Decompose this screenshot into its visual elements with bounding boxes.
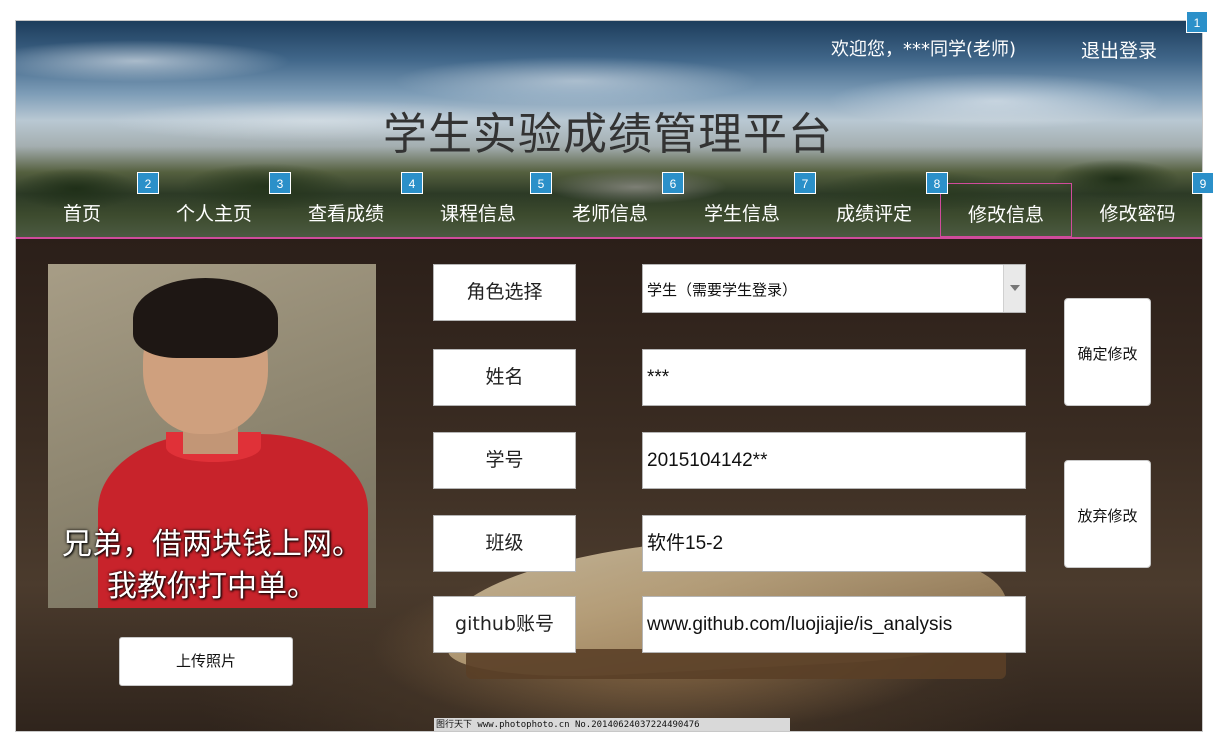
github-label: github账号 xyxy=(433,596,576,653)
nav-item-teachers[interactable]: 老师信息 xyxy=(544,183,676,237)
nav-item-label: 课程信息 xyxy=(439,203,516,225)
welcome-text: 欢迎您，***同学(老师) xyxy=(831,39,1017,60)
class-label: 班级 xyxy=(433,515,576,572)
name-field[interactable]: *** xyxy=(642,349,1026,406)
class-field[interactable]: 软件15-2 xyxy=(642,515,1026,572)
annotation-badge: 5 xyxy=(530,172,552,194)
name-label: 姓名 xyxy=(433,349,576,406)
nav-item-label: 成绩评定 xyxy=(835,203,912,225)
annotation-badge: 3 xyxy=(269,172,291,194)
role-select[interactable]: 学生（需要学生登录） xyxy=(642,264,1026,313)
header-banner: 欢迎您，***同学(老师) 退出登录 学生实验成绩管理平台 首页 个人主页 查看… xyxy=(16,21,1202,237)
annotation-badge: 9 xyxy=(1192,172,1214,194)
nav-item-profile[interactable]: 个人主页 xyxy=(148,183,280,237)
annotation-badge: 8 xyxy=(926,172,948,194)
image-watermark: 图行天下 www.photophoto.cn No.20140624037224… xyxy=(434,718,790,731)
role-label: 角色选择 xyxy=(433,264,576,321)
photo-caption: 兄弟，借两块钱上网。 我教你打中单。 xyxy=(48,524,376,608)
photo-caption-line1: 兄弟，借两块钱上网。 xyxy=(62,527,362,562)
profile-photo: 兄弟，借两块钱上网。 我教你打中单。 xyxy=(48,264,376,608)
app-frame: 欢迎您，***同学(老师) 退出登录 学生实验成绩管理平台 首页 个人主页 查看… xyxy=(15,20,1203,732)
nav-item-edit-info[interactable]: 修改信息 xyxy=(940,183,1072,237)
annotation-badge: 6 xyxy=(662,172,684,194)
student-id-label: 学号 xyxy=(433,432,576,489)
confirm-edit-button[interactable]: 确定修改 xyxy=(1064,298,1151,406)
nav-item-courses[interactable]: 课程信息 xyxy=(412,183,544,237)
student-id-field[interactable]: 2015104142** xyxy=(642,432,1026,489)
photo-hair xyxy=(133,278,278,358)
nav-item-label: 个人主页 xyxy=(175,203,252,225)
nav-item-label: 首页 xyxy=(62,203,101,225)
annotation-badge: 2 xyxy=(137,172,159,194)
upload-photo-button[interactable]: 上传照片 xyxy=(119,637,293,686)
main-nav: 首页 个人主页 查看成绩 课程信息 老师信息 学生信息 成绩评定 修改信息 修改… xyxy=(16,183,1202,237)
nav-item-label: 修改信息 xyxy=(967,204,1044,226)
nav-item-label: 老师信息 xyxy=(571,203,648,225)
photo-caption-line2: 我教你打中单。 xyxy=(107,569,317,604)
nav-item-label: 查看成绩 xyxy=(307,203,384,225)
cancel-edit-button[interactable]: 放弃修改 xyxy=(1064,460,1151,568)
annotation-badge: 7 xyxy=(794,172,816,194)
nav-item-change-password[interactable]: 修改密码 xyxy=(1072,183,1202,237)
confirm-edit-label: 确定修改 xyxy=(1077,345,1138,363)
logout-link[interactable]: 退出登录 xyxy=(1081,36,1157,63)
nav-item-evaluation[interactable]: 成绩评定 xyxy=(808,183,940,237)
cancel-edit-label: 放弃修改 xyxy=(1077,507,1138,525)
nav-item-label: 修改密码 xyxy=(1099,203,1176,225)
chevron-down-icon[interactable] xyxy=(1003,265,1025,312)
nav-item-grades[interactable]: 查看成绩 xyxy=(280,183,412,237)
annotation-badge: 4 xyxy=(401,172,423,194)
nav-item-students[interactable]: 学生信息 xyxy=(676,183,808,237)
site-title: 学生实验成绩管理平台 xyxy=(383,109,833,160)
nav-item-home[interactable]: 首页 xyxy=(16,183,148,237)
github-field[interactable]: www.github.com/luojiajie/is_analysis xyxy=(642,596,1026,653)
nav-item-label: 学生信息 xyxy=(703,203,780,225)
book-cover-background xyxy=(466,649,1006,679)
role-select-value: 学生（需要学生登录） xyxy=(647,281,798,299)
edit-info-panel: 兄弟，借两块钱上网。 我教你打中单。 上传照片 角色选择 学生（需要学生登录） … xyxy=(16,237,1202,731)
annotation-badge: 1 xyxy=(1186,11,1208,33)
